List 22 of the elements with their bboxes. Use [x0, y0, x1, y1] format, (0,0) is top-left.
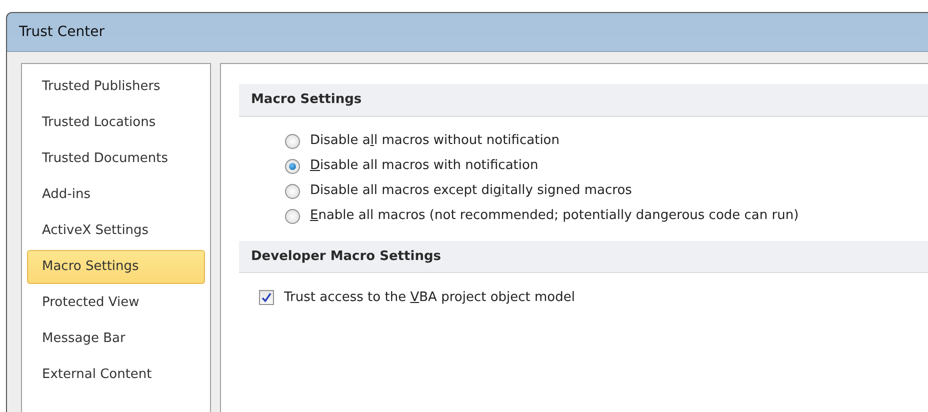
sidebar-item[interactable]: Message Bar: [27, 322, 205, 356]
radio-button[interactable]: [285, 158, 300, 174]
option-label[interactable]: Enable all macros (not recommended; potentially dangerous code can run): [310, 206, 799, 226]
sidebar-item[interactable]: Trusted Publishers: [27, 70, 205, 104]
checkbox[interactable]: [259, 290, 274, 305]
option-label[interactable]: Trust access to the VBA project object model: [284, 288, 575, 308]
sidebar-item[interactable]: Add-ins: [27, 178, 205, 212]
sidebar-item[interactable]: Trusted Locations: [27, 106, 205, 140]
window-title: Trust Center: [18, 23, 106, 42]
sidebar-item[interactable]: External Content: [27, 358, 205, 392]
sidebar-item[interactable]: Macro Settings: [27, 250, 205, 284]
sidebar-item[interactable]: ActiveX Settings: [27, 214, 205, 248]
sidebar-item[interactable]: Trusted Documents: [27, 142, 205, 176]
radio-button[interactable]: [285, 184, 300, 198]
section-header: Developer Macro Settings: [239, 240, 928, 273]
radio-button[interactable]: [285, 208, 300, 224]
option-label[interactable]: Disable all macros without notification: [310, 131, 560, 151]
radio-button[interactable]: [285, 134, 300, 148]
option-label[interactable]: Disable all macros except digitally signed macros: [310, 181, 632, 201]
option-label[interactable]: Disable all macros with notification: [310, 156, 538, 176]
sidebar-item[interactable]: Protected View: [27, 286, 205, 320]
section-header: Macro Settings: [239, 84, 928, 116]
